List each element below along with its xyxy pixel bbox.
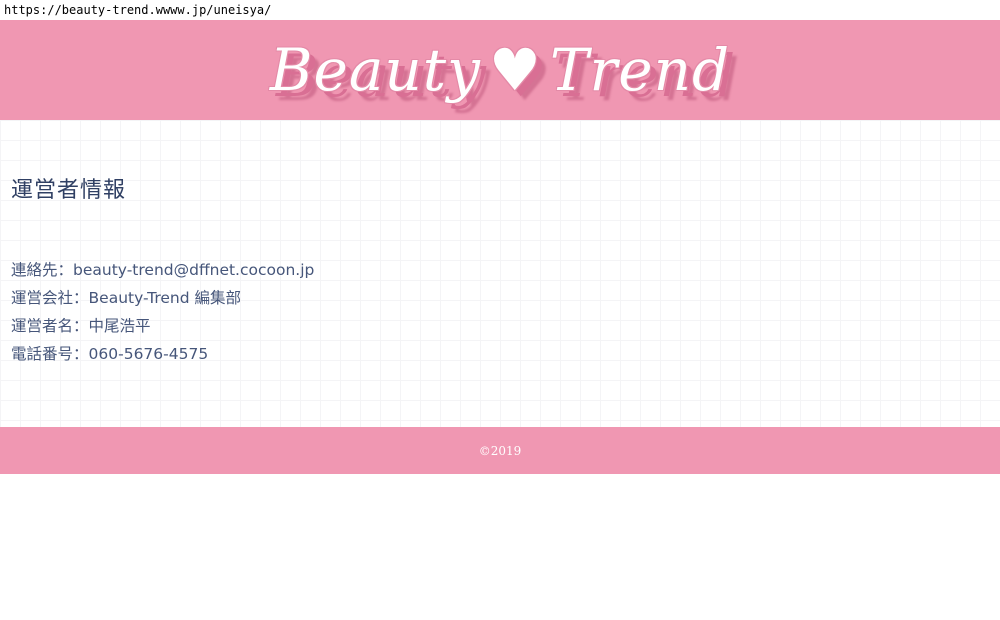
info-row-phone: 電話番号：060-5676-4575 (11, 340, 314, 368)
info-label: 運営者名 (11, 317, 74, 335)
info-separator: ： (73, 345, 89, 363)
heart-icon: ♥ (488, 36, 542, 104)
info-separator: ： (73, 317, 89, 335)
operator-info: 連絡先：beauty-trend@dffnet.cocoon.jp 運営会社：B… (11, 256, 314, 368)
site-footer: ©2019 (0, 427, 1000, 474)
address-bar-url[interactable]: https://beauty-trend.wwww.jp/uneisya/ (0, 0, 1000, 20)
info-label: 運営会社 (11, 289, 74, 307)
info-row-company: 運営会社：Beauty-Trend 編集部 (11, 284, 314, 312)
info-separator: ： (73, 289, 89, 307)
logo-text-beauty: Beauty (269, 36, 481, 104)
info-label: 連絡先 (11, 261, 58, 279)
page-title: 運営者情報 (11, 178, 127, 203)
main-content: 運営者情報 連絡先：beauty-trend@dffnet.cocoon.jp … (0, 120, 1000, 427)
copyright-text: ©2019 (478, 443, 522, 458)
info-value-company: Beauty-Trend 編集部 (88, 289, 242, 307)
info-value-phone: 060-5676-4575 (88, 345, 209, 363)
info-row-operator: 運営者名：中尾浩平 (11, 312, 314, 340)
site-header: Beauty ♥ Trend (0, 20, 1000, 120)
info-value-email: beauty-trend@dffnet.cocoon.jp (73, 261, 315, 279)
info-value-operator: 中尾浩平 (88, 317, 151, 335)
info-row-contact: 連絡先：beauty-trend@dffnet.cocoon.jp (11, 256, 314, 284)
logo-text-trend: Trend (549, 36, 731, 104)
site-logo[interactable]: Beauty ♥ Trend (270, 36, 730, 104)
info-separator: ： (57, 261, 74, 279)
info-label: 電話番号 (11, 345, 74, 363)
